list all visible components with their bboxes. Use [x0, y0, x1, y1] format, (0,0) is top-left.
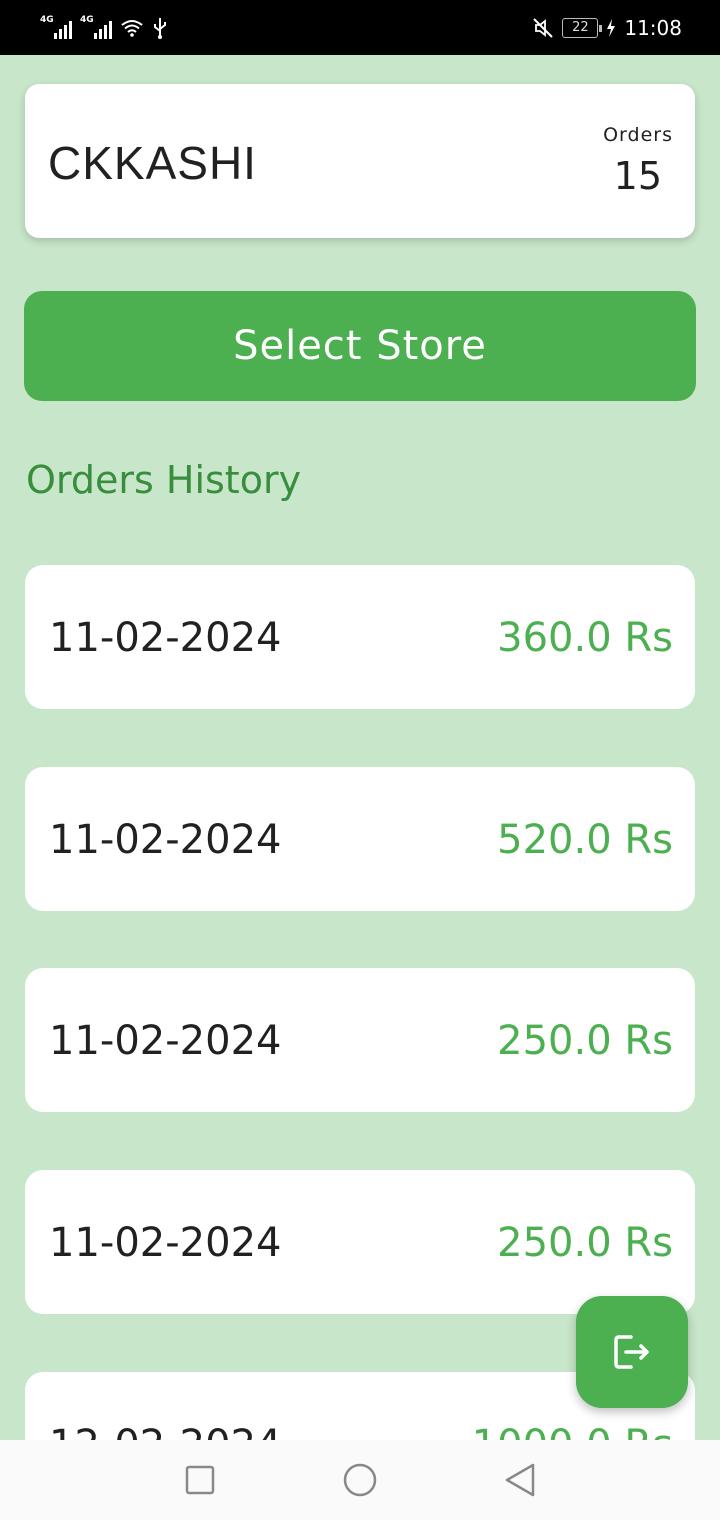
- order-amount: 520.0 Rs: [497, 817, 673, 863]
- order-date: 11-02-2024: [49, 1220, 282, 1266]
- order-amount: 360.0 Rs: [497, 615, 673, 661]
- order-date: 11-02-2024: [49, 615, 282, 661]
- orders-count-value: 15: [613, 154, 662, 198]
- network-type-label: 4G: [80, 14, 94, 25]
- cell-signal-icon: 4G: [40, 14, 72, 39]
- order-date: 11-02-2024: [49, 1018, 282, 1064]
- orders-count-label: Orders: [603, 124, 673, 146]
- status-bar: 4G 4G 22 11:08: [0, 0, 720, 55]
- back-icon: [505, 1463, 535, 1497]
- order-date: 12-02-2024: [49, 1422, 281, 1440]
- network-type-label: 4G: [40, 14, 54, 25]
- wifi-icon: [121, 19, 143, 37]
- status-left: 4G 4G: [40, 14, 168, 39]
- store-name: CKKASHI: [48, 137, 257, 189]
- order-date: 11-02-2024: [49, 817, 282, 863]
- home-button[interactable]: [342, 1462, 378, 1498]
- orders-history-title: Orders History: [26, 458, 302, 502]
- charging-icon: [607, 18, 616, 37]
- usb-icon: [154, 17, 166, 39]
- logout-button[interactable]: [576, 1296, 688, 1408]
- order-row[interactable]: 11-02-2024 360.0 Rs: [25, 565, 695, 709]
- order-amount: 250.0 Rs: [497, 1220, 673, 1266]
- status-right: 22 11:08: [532, 16, 682, 40]
- order-row[interactable]: 11-02-2024 250.0 Rs: [25, 1170, 695, 1314]
- main-content[interactable]: CKKASHI Orders 15 Select Store Orders Hi…: [0, 55, 720, 1440]
- order-row[interactable]: 11-02-2024 520.0 Rs: [25, 767, 695, 911]
- cell-signal-icon: 4G: [80, 14, 112, 39]
- battery-level: 22: [572, 20, 589, 35]
- order-row[interactable]: 11-02-2024 250.0 Rs: [25, 968, 695, 1112]
- select-store-button[interactable]: Select Store: [24, 291, 696, 401]
- clock: 11:08: [624, 15, 682, 40]
- recent-apps-button[interactable]: [182, 1462, 218, 1498]
- recent-apps-icon: [185, 1465, 215, 1495]
- order-amount: 1000.0 Rs: [472, 1422, 673, 1440]
- system-nav-bar: [0, 1440, 720, 1520]
- battery-icon: 22: [562, 17, 603, 38]
- mute-icon: [533, 17, 554, 38]
- store-card: CKKASHI Orders 15: [25, 84, 695, 238]
- back-button[interactable]: [502, 1462, 538, 1498]
- order-amount: 250.0 Rs: [497, 1018, 673, 1064]
- logout-icon: [614, 1335, 649, 1369]
- home-icon: [343, 1463, 377, 1497]
